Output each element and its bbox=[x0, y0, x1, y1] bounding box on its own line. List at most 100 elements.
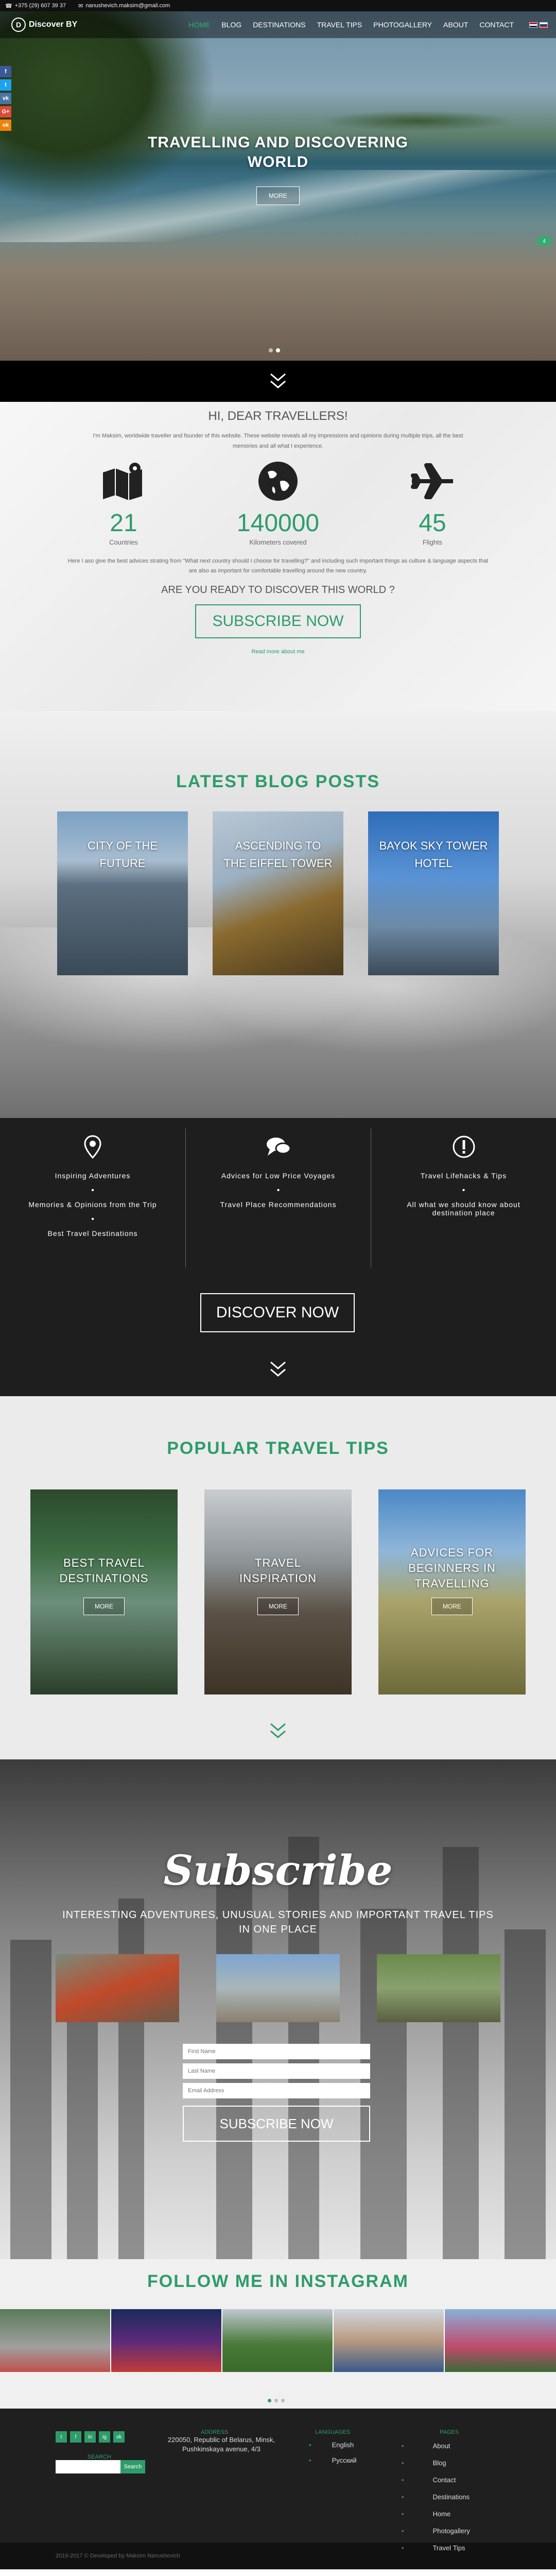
tip-card[interactable]: TRAVEL INSPIRATION MORE bbox=[204, 1489, 352, 1694]
nav-item-about[interactable]: ABOUT bbox=[443, 21, 468, 29]
instagram-photo[interactable] bbox=[334, 2309, 445, 2372]
tip-card[interactable]: BEST TRAVEL DESTINATIONS MORE bbox=[30, 1489, 178, 1694]
twitter-icon[interactable]: t bbox=[0, 79, 11, 91]
tip-more-button[interactable]: MORE bbox=[431, 1598, 473, 1615]
nav-item-contact[interactable]: CONTACT bbox=[479, 21, 514, 29]
instagram-photo[interactable] bbox=[222, 2309, 334, 2372]
subscribe-photo bbox=[377, 1954, 500, 2022]
nav-item-home[interactable]: HOME bbox=[188, 21, 210, 29]
nav-menu: HOME BLOG DESTINATIONS TRAVEL TIPS PHOTO… bbox=[188, 21, 514, 29]
slider-dot-active[interactable] bbox=[276, 348, 280, 352]
tip-more-button[interactable]: MORE bbox=[83, 1598, 125, 1615]
footer-link-photogallery[interactable]: Photogallery bbox=[402, 2522, 470, 2539]
alert-icon bbox=[452, 1133, 476, 1160]
nav-item-destinations[interactable]: DESTINATIONS bbox=[253, 21, 305, 29]
blog-card-caption: CITY OF THE FUTURE bbox=[87, 839, 158, 870]
intro-question: ARE YOU READY TO DISCOVER THIS WORLD ? bbox=[161, 584, 395, 596]
search-input[interactable] bbox=[56, 2460, 120, 2473]
nav-item-blog[interactable]: BLOG bbox=[221, 21, 241, 29]
blog-card-caption: BAYOK SKY TOWER HOTEL bbox=[379, 839, 488, 870]
email-field[interactable] bbox=[183, 2083, 370, 2098]
tips-title: POPULAR TRAVEL TIPS bbox=[167, 1438, 389, 1458]
read-more-link[interactable]: Read more about me bbox=[0, 649, 556, 655]
tip-more-button[interactable]: MORE bbox=[257, 1598, 299, 1615]
hero-more-button[interactable]: MORE bbox=[256, 187, 300, 205]
tip-card-caption: BEST TRAVEL DESTINATIONS bbox=[59, 1556, 149, 1585]
vk-icon[interactable]: vk bbox=[113, 2431, 125, 2443]
social-sidebar: f t vk G+ ok bbox=[0, 66, 11, 131]
footer: t f in ig vk SEARCH Search ADDRESS 22005… bbox=[0, 2409, 556, 2552]
language-flags bbox=[529, 22, 548, 28]
feature-column: Advices for Low Price Voyages • Travel P… bbox=[185, 1128, 371, 1267]
footer-link-about[interactable]: About bbox=[402, 2437, 470, 2454]
vk-icon[interactable]: vk bbox=[0, 93, 11, 104]
travel-tips-section: POPULAR TRAVEL TIPS BEST TRAVEL DESTINATI… bbox=[0, 1396, 556, 1759]
copyright: 2016-2017 © Developed by Maksim Nanushev… bbox=[0, 2543, 556, 2569]
main-nav: D Discover BY HOME BLOG DESTINATIONS TRA… bbox=[0, 11, 556, 38]
instagram-photo[interactable] bbox=[111, 2309, 222, 2372]
flag-uk-icon[interactable] bbox=[529, 22, 537, 28]
feature-column: Inspiring Adventures • Memories & Opinio… bbox=[0, 1128, 185, 1267]
footer-link-blog[interactable]: Blog bbox=[402, 2454, 470, 2471]
blog-card[interactable]: ASCENDING TO THE EIFFEL TOWER bbox=[213, 811, 343, 975]
subscribe-button[interactable]: SUBSCRIBE NOW bbox=[183, 2106, 370, 2142]
chat-icon bbox=[266, 1133, 291, 1160]
intro-section: HI, DEAR TRAVELLERS! I'm Maksim, worldwi… bbox=[0, 402, 556, 711]
phone-icon: ☎ bbox=[5, 3, 12, 9]
chevron-down-icon[interactable] bbox=[268, 1721, 288, 1741]
plane-icon bbox=[409, 461, 456, 502]
search-button[interactable]: Search bbox=[120, 2460, 145, 2473]
subscribe-photo bbox=[216, 1954, 340, 2022]
intro-subscribe-button[interactable]: SUBSCRIBE NOW bbox=[195, 604, 361, 638]
top-bar: ☎ +375 (29) 607 39 37 ✉ nanushevich.maksim… bbox=[0, 0, 556, 11]
slider-dot[interactable] bbox=[269, 348, 273, 352]
blog-card[interactable]: BAYOK SKY TOWER HOTEL bbox=[368, 811, 499, 975]
languages-heading: LANGUAGES bbox=[315, 2429, 351, 2435]
subscribe-section: Subscribe INTERESTING ADVENTURES, UNUSUA… bbox=[0, 1759, 556, 2259]
nav-item-photogallery[interactable]: PHOTOGALLERY bbox=[373, 21, 432, 29]
flag-ru-icon[interactable] bbox=[540, 22, 548, 28]
pages-heading: PAGES bbox=[440, 2429, 459, 2435]
stats-row: 21 Countries 140000 Kilometers covered 4… bbox=[0, 461, 556, 546]
language-english[interactable]: English bbox=[309, 2437, 357, 2453]
first-name-field[interactable] bbox=[183, 2044, 370, 2059]
features-section: Inspiring Adventures • Memories & Opinio… bbox=[0, 1118, 556, 1396]
nav-item-travel-tips[interactable]: TRAVEL TIPS bbox=[317, 21, 362, 29]
google-plus-icon[interactable]: G+ bbox=[0, 106, 11, 117]
instagram-photo[interactable] bbox=[0, 2309, 111, 2372]
chevron-down-icon[interactable] bbox=[268, 1359, 288, 1380]
subscribe-text: INTERESTING ADVENTURES, UNUSUAL STORIES … bbox=[62, 1909, 494, 1935]
blog-cards: CITY OF THE FUTURE ASCENDING TO THE EIFFEL… bbox=[0, 811, 556, 975]
footer-link-travel-tips[interactable]: Travel Tips bbox=[402, 2539, 470, 2556]
last-name-field[interactable] bbox=[183, 2063, 370, 2079]
map-icon bbox=[100, 461, 147, 502]
instagram-icon[interactable]: ig bbox=[99, 2431, 110, 2443]
footer-link-home[interactable]: Home bbox=[402, 2505, 470, 2522]
facebook-icon[interactable]: f bbox=[0, 66, 11, 77]
address-heading: ADDRESS bbox=[201, 2429, 229, 2435]
instagram-title: FOLLOW ME IN INSTAGRAM bbox=[147, 2272, 409, 2291]
stat-countries: 21 Countries bbox=[90, 461, 157, 546]
map-pin-icon bbox=[84, 1133, 101, 1160]
phone-info[interactable]: ☎ +375 (29) 607 39 37 bbox=[5, 3, 66, 9]
instagram-photo[interactable] bbox=[445, 2309, 556, 2372]
email-info[interactable]: ✉ nanushevich.maksim@gmail.com bbox=[78, 3, 170, 9]
discover-now-button[interactable]: DISCOVER NOW bbox=[200, 1293, 355, 1332]
feature-column: Travel Lifehacks & Tips • All what we sh… bbox=[371, 1128, 556, 1267]
instagram-dots bbox=[268, 2399, 285, 2402]
tip-card[interactable]: ADVICES FOR BEGINNERS IN TRAVELLING MORE bbox=[378, 1489, 526, 1694]
linkedin-icon[interactable]: in bbox=[84, 2431, 96, 2443]
blog-card[interactable]: CITY OF THE FUTURE bbox=[57, 811, 188, 975]
site-logo[interactable]: D Discover BY bbox=[11, 18, 77, 32]
language-russian[interactable]: Русский bbox=[309, 2453, 357, 2468]
facebook-icon[interactable]: f bbox=[70, 2431, 81, 2443]
twitter-icon[interactable]: t bbox=[56, 2431, 67, 2443]
tip-card-caption: ADVICES FOR BEGINNERS IN TRAVELLING bbox=[408, 1546, 496, 1590]
odnoklassniki-icon[interactable]: ok bbox=[0, 120, 11, 131]
footer-link-contact[interactable]: Contact bbox=[402, 2471, 470, 2488]
globe-icon bbox=[255, 461, 301, 502]
hero-title: TRAVELLING AND DISCOVERING WORLD bbox=[147, 134, 408, 171]
footer-link-destinations[interactable]: Destinations bbox=[402, 2488, 470, 2505]
hero-side-badge[interactable]: 4 bbox=[537, 237, 551, 245]
chevron-down-icon[interactable] bbox=[268, 371, 288, 392]
